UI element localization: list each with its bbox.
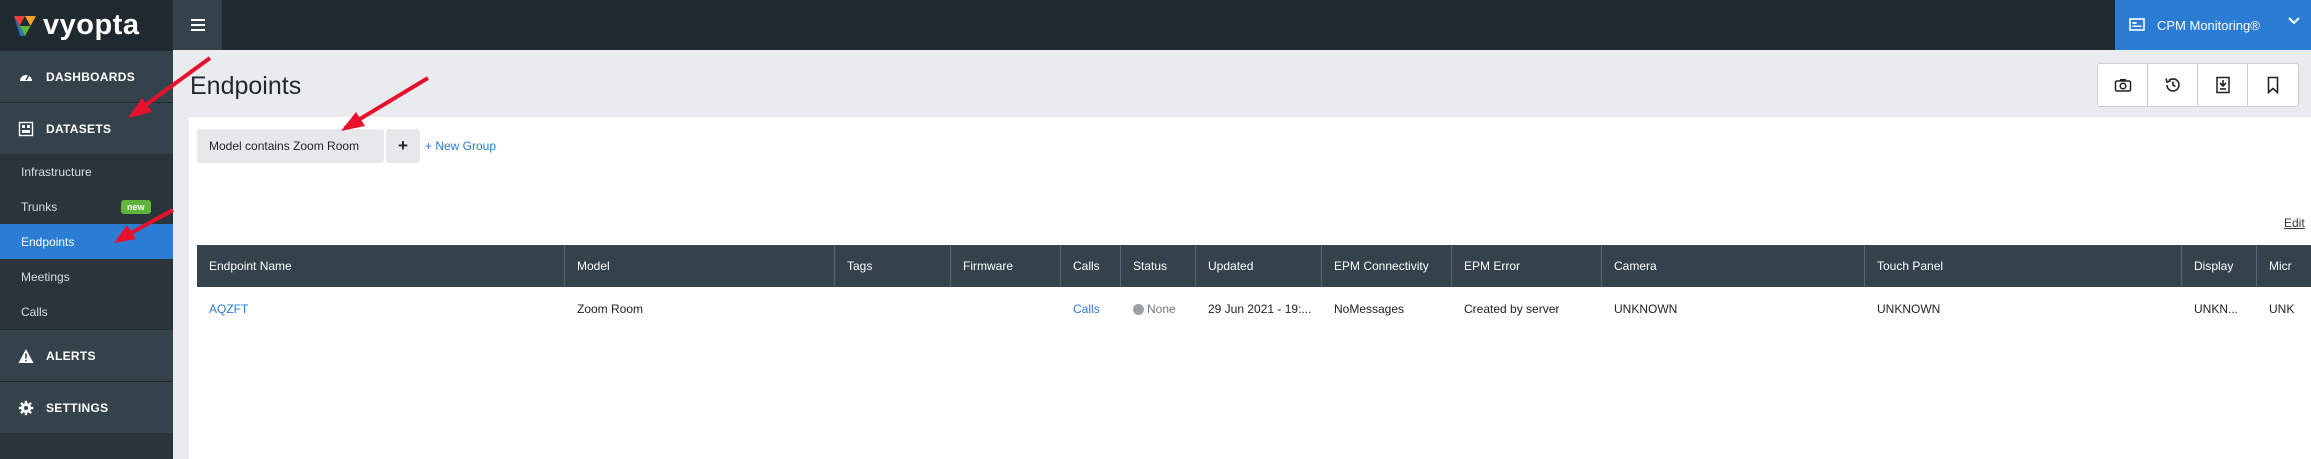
hamburger-icon — [190, 19, 205, 31]
cell-display: UNKN... — [2194, 302, 2239, 316]
filter-chip[interactable]: Model contains Zoom Room — [197, 129, 384, 163]
bookmark-icon — [2267, 76, 2279, 94]
endpoint-name-link[interactable]: AQZFT — [197, 287, 565, 331]
column-header-micr[interactable]: Micr — [2257, 245, 2311, 287]
cell-firmware — [951, 287, 1061, 331]
cell-camera: UNKNOWN — [1614, 302, 1678, 316]
sidebar-section-alerts[interactable]: ALERTS — [0, 329, 173, 381]
cell-micr: UNK — [2269, 302, 2295, 316]
table-header: Endpoint Name Model Tags Firmware Calls … — [197, 245, 2311, 287]
filter-chip-label: Model contains Zoom Room — [209, 139, 360, 153]
sidebar-section-settings[interactable]: SETTINGS — [0, 381, 173, 433]
cell-updated: 29 Jun 2021 - 19:... — [1208, 302, 1312, 316]
sidebar-section-label: SETTINGS — [46, 400, 109, 415]
alert-icon — [18, 348, 34, 363]
column-header-calls[interactable]: Calls — [1061, 245, 1121, 287]
status-text: None — [1147, 302, 1176, 316]
sidebar-item-infrastructure[interactable]: Infrastructure — [0, 154, 173, 189]
camera-icon — [2114, 79, 2131, 92]
new-group-link[interactable]: + New Group — [425, 139, 496, 153]
product-switcher[interactable]: CPM Monitoring® — [2115, 0, 2311, 50]
vyopta-logo[interactable]: vyopta — [0, 0, 173, 50]
endpoints-table: Endpoint Name Model Tags Firmware Calls … — [197, 245, 2311, 331]
table-row[interactable]: AQZFT Zoom Room Calls None 29 Jun 2021 -… — [197, 287, 2311, 331]
cell-touch-panel: UNKNOWN — [1877, 302, 1941, 316]
column-header-epm-connectivity[interactable]: EPM Connectivity — [1322, 245, 1452, 287]
page-toolbar — [2097, 63, 2299, 107]
sidebar-section-label: DATASETS — [46, 121, 112, 136]
sidebar-item-trunks[interactable]: Trunks new — [0, 189, 173, 224]
new-badge: new — [121, 200, 151, 214]
vyopta-logo-icon — [14, 16, 36, 36]
bookmark-button[interactable] — [2248, 64, 2298, 106]
main-content: Endpoints Model contains Zoom Room + + N… — [173, 50, 2311, 459]
column-header-firmware[interactable]: Firmware — [951, 245, 1061, 287]
top-bar: vyopta CPM Monitoring® — [0, 0, 2311, 50]
column-header-updated[interactable]: Updated — [1196, 245, 1322, 287]
cell-epm-error: Created by server — [1464, 302, 1560, 316]
column-header-model[interactable]: Model — [565, 245, 835, 287]
sidebar: DASHBOARDS DATASETS Infrastructure Trunk… — [0, 50, 173, 459]
monitor-icon — [2129, 18, 2145, 31]
menu-toggle-button[interactable] — [173, 0, 222, 50]
column-header-epm-error[interactable]: EPM Error — [1452, 245, 1602, 287]
gear-icon — [18, 400, 34, 415]
calls-link[interactable]: Calls — [1061, 287, 1121, 331]
cell-epm-connectivity: NoMessages — [1334, 302, 1405, 316]
column-header-tags[interactable]: Tags — [835, 245, 951, 287]
sidebar-section-label: DASHBOARDS — [46, 69, 136, 84]
sidebar-section-dashboards[interactable]: DASHBOARDS — [0, 50, 173, 102]
endpoints-panel: Model contains Zoom Room + + New Group E… — [189, 117, 2311, 459]
cell-model: Zoom Room — [577, 302, 644, 316]
sidebar-item-label: Trunks — [21, 199, 58, 214]
export-button[interactable] — [2198, 64, 2248, 106]
sidebar-item-label: Infrastructure — [21, 164, 92, 179]
column-header-status[interactable]: Status — [1121, 245, 1196, 287]
sidebar-item-label: Endpoints — [21, 234, 75, 249]
sidebar-item-label: Meetings — [21, 269, 70, 284]
cell-status: None — [1121, 287, 1196, 331]
export-icon — [2215, 76, 2230, 94]
product-switcher-label: CPM Monitoring® — [2157, 17, 2260, 33]
column-header-camera[interactable]: Camera — [1602, 245, 1865, 287]
page-title: Endpoints — [190, 72, 302, 100]
column-header-touch-panel[interactable]: Touch Panel — [1865, 245, 2182, 287]
sidebar-item-label: Calls — [21, 304, 48, 319]
snapshot-button[interactable] — [2098, 64, 2148, 106]
edit-link[interactable]: Edit — [2284, 216, 2305, 230]
chevron-down-icon — [2288, 17, 2300, 25]
datasets-icon — [18, 121, 34, 136]
sidebar-item-calls[interactable]: Calls — [0, 294, 173, 329]
status-dot-icon — [1133, 303, 1144, 315]
sidebar-section-datasets[interactable]: DATASETS — [0, 102, 173, 154]
column-header-display[interactable]: Display — [2182, 245, 2257, 287]
sidebar-item-meetings[interactable]: Meetings — [0, 259, 173, 294]
column-header-endpoint-name[interactable]: Endpoint Name — [197, 245, 565, 287]
history-icon — [2164, 78, 2180, 92]
sidebar-item-endpoints[interactable]: Endpoints — [0, 224, 173, 259]
logo-text: vyopta — [43, 8, 140, 41]
sidebar-section-label: ALERTS — [46, 348, 96, 363]
add-filter-button[interactable]: + — [386, 129, 420, 163]
dashboard-icon — [20, 74, 32, 81]
cell-tags — [835, 287, 951, 331]
history-button[interactable] — [2148, 64, 2198, 106]
